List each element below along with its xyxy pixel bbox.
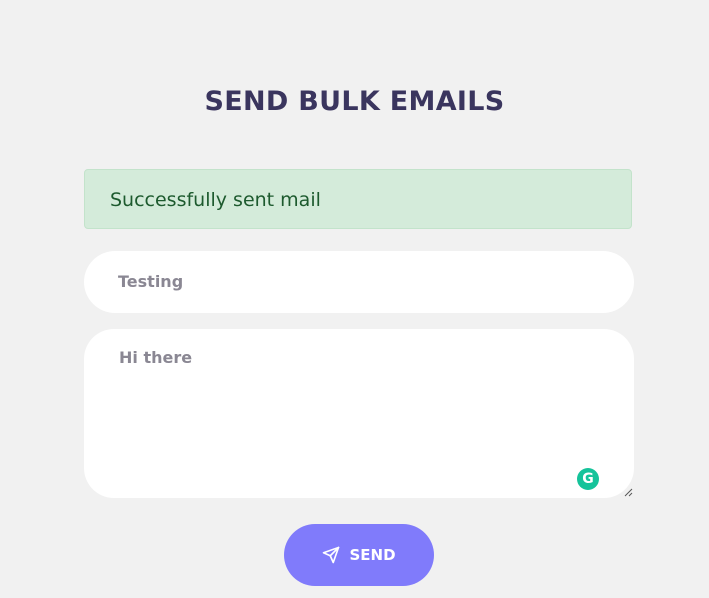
send-button-label: SEND xyxy=(349,546,396,564)
paper-plane-icon xyxy=(322,546,340,564)
resize-handle-icon[interactable] xyxy=(624,488,633,497)
message-text: Hi there xyxy=(119,348,193,367)
grammarly-icon[interactable]: G xyxy=(577,468,599,490)
send-button[interactable]: SEND xyxy=(284,524,434,586)
page-title: SEND BULK EMAILS xyxy=(204,86,505,117)
success-alert: Successfully sent mail xyxy=(84,169,632,229)
page: SEND BULK EMAILS Successfully sent mail … xyxy=(0,0,709,598)
message-textarea[interactable]: Hi there G xyxy=(84,329,634,498)
subject-input[interactable]: Testing xyxy=(84,251,634,313)
